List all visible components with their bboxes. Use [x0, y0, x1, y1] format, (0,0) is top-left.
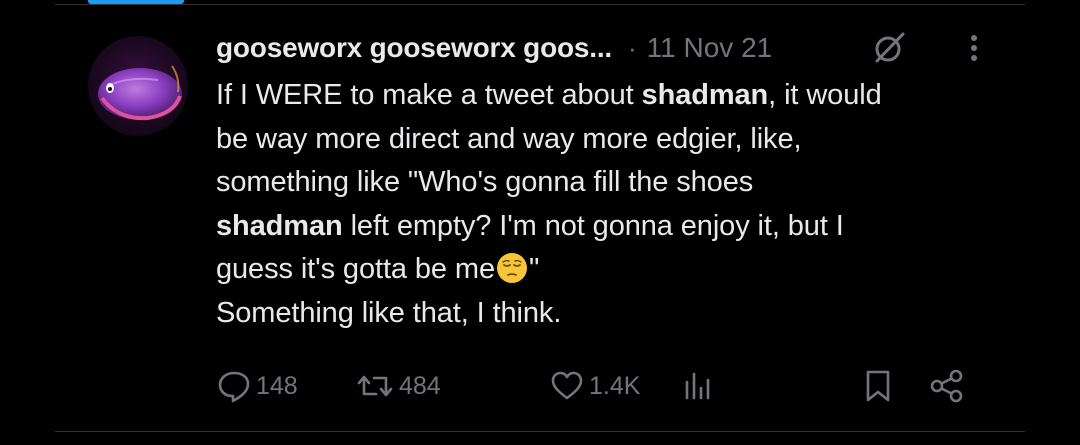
tweet-line: be way more direct and way more edgier, …	[216, 122, 802, 155]
avatar[interactable]	[88, 36, 188, 136]
pensive-face-icon	[496, 252, 528, 284]
highlighted-term: shadman	[216, 209, 343, 242]
heart-icon	[549, 368, 589, 404]
reply-count: 148	[256, 371, 298, 400]
more-options-icon[interactable]	[962, 30, 986, 66]
tweet-line: If I WERE to make a tweet about shadman,…	[216, 79, 882, 111]
grok-icon[interactable]	[870, 28, 910, 68]
views-button[interactable]	[682, 362, 718, 410]
like-button[interactable]: 1.4K	[549, 362, 640, 410]
tweet-header: gooseworx gooseworx goos... · 11 Nov 21	[216, 26, 996, 70]
repost-button[interactable]: 484	[355, 362, 441, 410]
repost-count: 484	[399, 371, 441, 400]
reply-button[interactable]: 148	[216, 362, 298, 410]
share-button[interactable]	[929, 362, 969, 410]
tweet-line: Something like that, I think.	[216, 296, 562, 329]
bottom-divider	[55, 431, 1025, 432]
reply-icon	[216, 368, 256, 404]
top-divider	[55, 4, 1025, 5]
analytics-icon	[682, 368, 718, 404]
repost-icon	[355, 368, 399, 404]
tweet-line: something like "Who's gonna fill the sho…	[216, 166, 754, 198]
tab-indicator	[88, 0, 184, 4]
highlighted-term: shadman	[641, 79, 769, 111]
tweet-date[interactable]: 11 Nov 21	[647, 32, 773, 64]
author-name[interactable]: gooseworx gooseworx goos...	[216, 32, 612, 64]
action-bar: 148 484 1.4K	[216, 362, 976, 410]
like-count: 1.4K	[589, 371, 641, 400]
tweet-screen: gooseworx gooseworx goos... · 11 Nov 21 …	[0, 0, 1080, 445]
share-icon	[929, 368, 969, 404]
tweet-line: guess it's gotta be me "	[216, 252, 540, 285]
tweet-line: shadman left empty? I'm not gonna enjoy …	[216, 209, 844, 242]
avatar-image	[98, 65, 182, 121]
tweet-text: If I WERE to make a tweet about shadman,…	[216, 74, 1006, 335]
separator-dot: ·	[628, 32, 637, 63]
bookmark-button[interactable]	[862, 362, 898, 410]
bookmark-icon	[862, 368, 898, 404]
